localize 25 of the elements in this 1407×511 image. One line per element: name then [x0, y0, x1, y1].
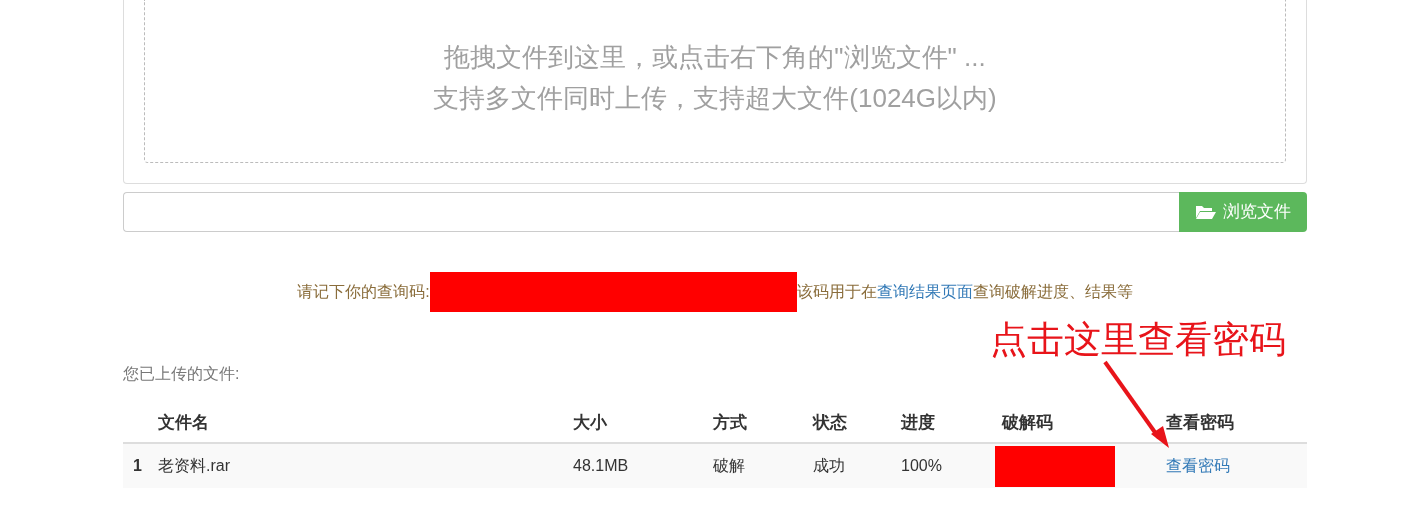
drop-hint: 支持多文件同时上传，支持超大文件(1024G以内): [433, 82, 997, 115]
row-index: 1: [132, 456, 143, 476]
table-cell-text: 100%: [901, 456, 943, 476]
results-page-link[interactable]: 查询结果页面: [876, 283, 973, 300]
annotation-text: 点击这里查看密码: [990, 318, 1286, 362]
notice-text: 该码用于在查询结果页面查询破解进度、结果等: [796, 282, 1133, 302]
table-cell-text: 老资料.rar: [158, 456, 231, 476]
column-header: 查看密码: [1166, 412, 1235, 435]
browse-button[interactable]: 浏览文件: [1179, 192, 1307, 232]
column-header: 破解码: [1002, 412, 1054, 435]
column-header: 状态: [813, 412, 848, 435]
drop-hint: 拖拽文件到这里，或点击右下角的"浏览文件" ...: [444, 41, 986, 74]
table-cell-text: 破解: [713, 456, 746, 476]
view-password-link[interactable]: 查看密码: [1166, 454, 1307, 478]
table-cell-text: 48.1MB: [573, 456, 630, 476]
folder-icon: [1195, 204, 1217, 220]
drop-zone[interactable]: 拖拽文件到这里，或点击右下角的"浏览文件" ... 支持多文件同时上传，支持超大文件(1024G以内): [144, 0, 1286, 163]
column-header: 文件名: [158, 412, 210, 435]
column-header: 进度: [901, 412, 936, 435]
column-header: 大小: [573, 412, 608, 435]
file-path-field[interactable]: [123, 192, 1179, 232]
uploaded-files-label: 您已上传的文件:: [123, 364, 241, 384]
notice-label: 请记下你的查询码:: [297, 282, 430, 302]
column-header: 方式: [713, 412, 748, 435]
table-cell-text: 成功: [813, 456, 846, 476]
